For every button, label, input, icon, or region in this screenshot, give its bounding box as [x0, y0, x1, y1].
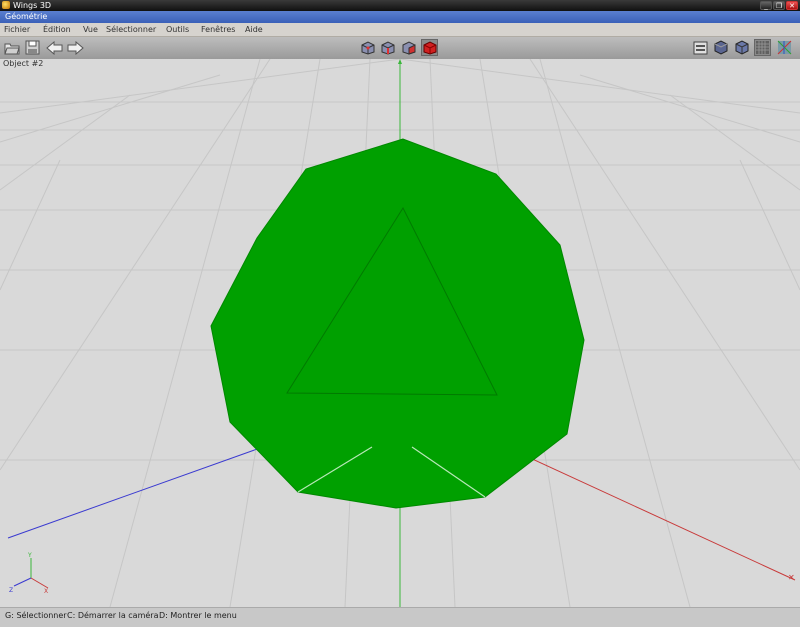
svg-text:✕: ✕	[788, 573, 795, 582]
save-icon[interactable]	[24, 39, 41, 56]
undo-arrow-icon[interactable]	[46, 39, 63, 56]
wings-app-icon	[2, 1, 10, 9]
mini-axis-x-label: X	[44, 588, 48, 595]
minimize-button[interactable]: _	[760, 1, 772, 10]
open-icon[interactable]	[3, 39, 20, 56]
geometry-window-bar[interactable]: Géométrie	[0, 11, 800, 23]
menu-selectionner[interactable]: Sélectionner	[105, 23, 157, 36]
close-button[interactable]: ✕	[786, 1, 798, 10]
maximize-button[interactable]: ❐	[773, 1, 785, 10]
object-name-label: Object #2	[3, 59, 44, 68]
menu-aide[interactable]: Aide	[244, 23, 264, 36]
menu-outils[interactable]: Outils	[165, 23, 190, 36]
title-bar[interactable]: Wings 3D _ ❐ ✕	[0, 0, 800, 11]
outliner-icon[interactable]	[692, 39, 709, 56]
grid-view-icon[interactable]	[776, 39, 793, 56]
face-select-icon[interactable]	[400, 39, 417, 56]
status-hint-menu: D: Montrer le menu	[159, 611, 237, 620]
flat-shade-icon[interactable]	[733, 39, 750, 56]
status-hint-camera: C: Démarrer la caméra	[67, 611, 159, 620]
body-select-icon[interactable]	[421, 39, 438, 56]
menu-edition[interactable]: Édition	[42, 23, 72, 36]
menu-bar: Fichier Édition Vue Sélectionner Outils …	[0, 23, 800, 37]
toolbar	[0, 37, 800, 60]
green-mesh-object[interactable]	[210, 138, 585, 509]
3d-viewport[interactable]: ✕ Y X Z Object #2	[0, 59, 800, 607]
status-bar: G: Sélectionner C: Démarrer la caméra D:…	[0, 607, 800, 627]
window-title: Wings 3D	[13, 1, 52, 10]
wireframe-icon[interactable]	[754, 39, 771, 56]
vertex-select-icon[interactable]	[359, 39, 376, 56]
edge-select-icon[interactable]	[379, 39, 396, 56]
geometry-window-title: Géométrie	[5, 12, 48, 21]
status-hint-select: G: Sélectionner	[5, 611, 67, 620]
redo-arrow-icon[interactable]	[67, 39, 84, 56]
mini-axis-indicator: Y X Z	[9, 552, 49, 595]
menu-fenetres[interactable]: Fenêtres	[200, 23, 236, 36]
menu-fichier[interactable]: Fichier	[3, 23, 31, 36]
mini-axis-z-label: Z	[9, 587, 13, 594]
smooth-shade-icon[interactable]	[712, 39, 729, 56]
menu-vue[interactable]: Vue	[82, 23, 99, 36]
y-axis-arrow-icon	[398, 59, 402, 64]
mini-axis-y-label: Y	[27, 552, 32, 559]
